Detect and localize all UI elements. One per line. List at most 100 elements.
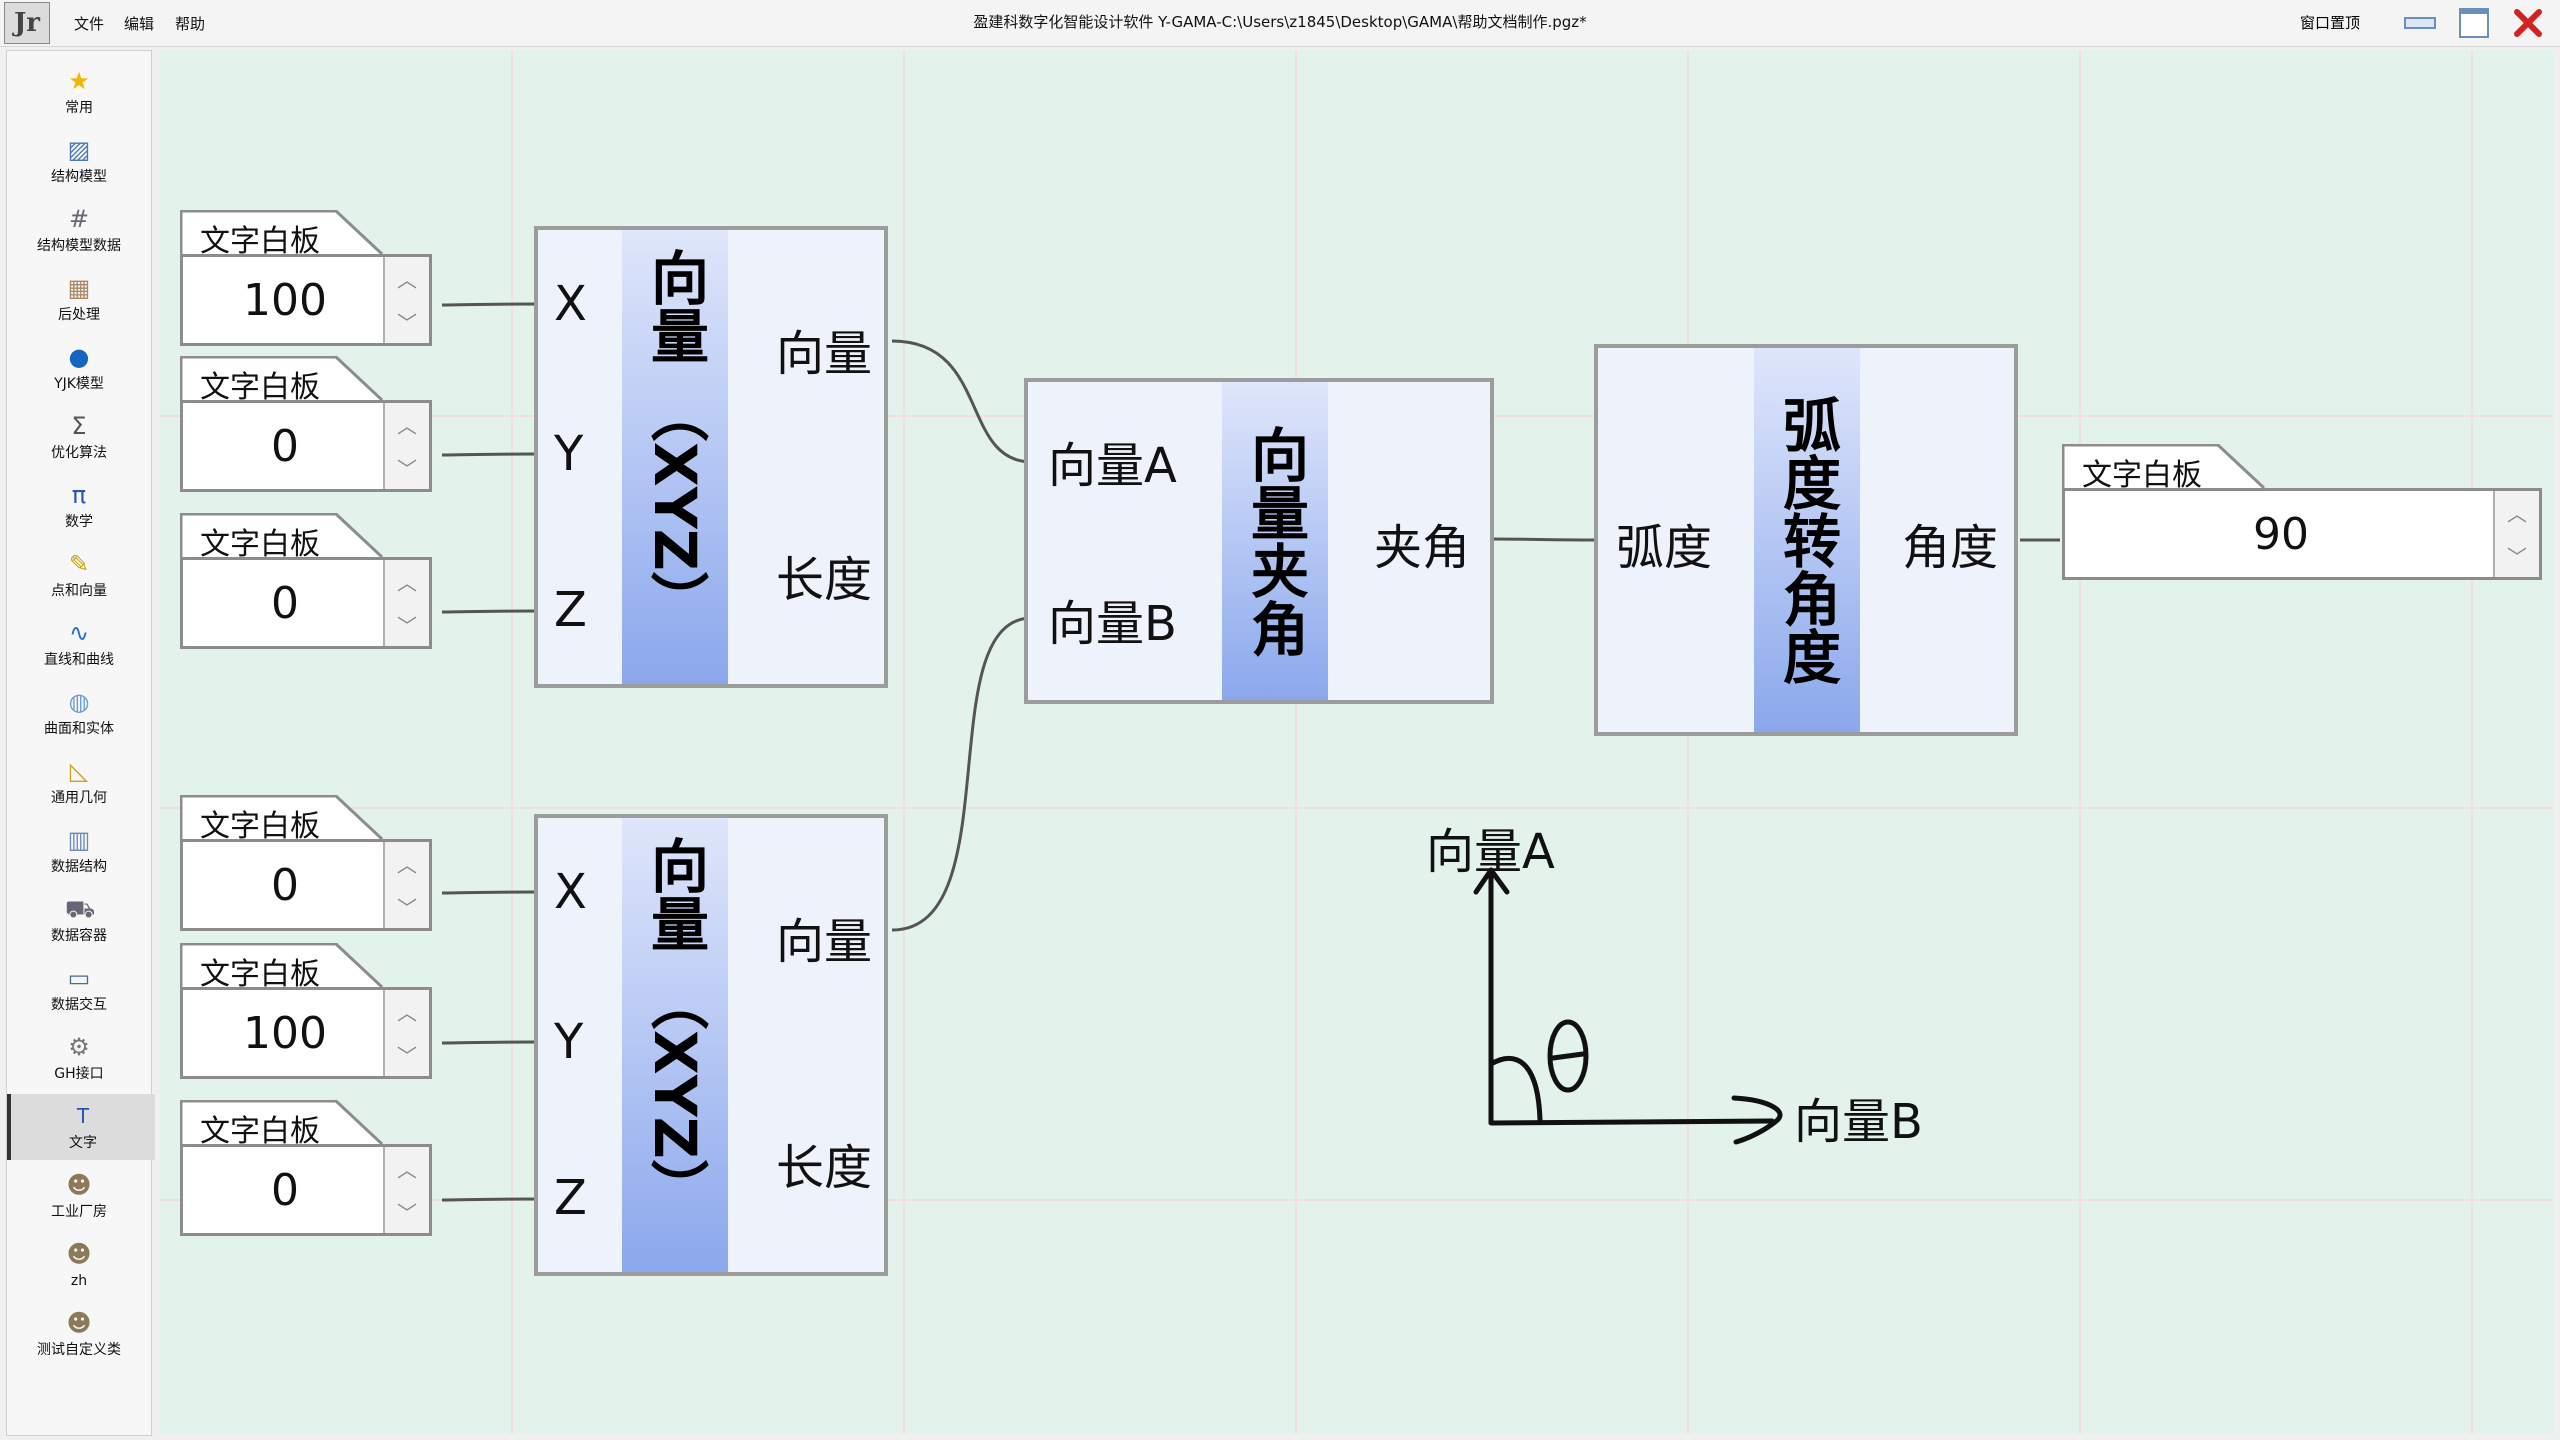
sidebar-item-point-vector[interactable]: ✎ 点和向量 [7,542,151,608]
output-port-length[interactable]: 长度 [776,1128,872,1198]
chevron-down-icon[interactable]: ﹀ [385,1033,429,1076]
close-button[interactable] [2510,6,2546,40]
window-title: 盈建科数字化智能设计软件 Y-GAMA-C:\Users\z1845\Deskt… [973,13,1587,31]
wire [1489,537,1599,542]
panel-value[interactable]: 0 [183,1147,387,1233]
chevron-up-icon[interactable]: ︿ [385,257,429,300]
output-port-length[interactable]: 长度 [776,540,872,610]
maximize-button[interactable] [2456,6,2492,40]
panel-spinner[interactable]: ︿ ﹀ [383,257,429,343]
sidebar-item-math[interactable]: π 数学 [7,473,151,539]
text-panel[interactable]: 文字白板 100 ︿ ﹀ [180,943,432,1083]
pi-icon: π [71,481,87,509]
text-panel-output[interactable]: 文字白板 90 ︿ ﹀ [2062,444,2542,584]
input-port-z[interactable]: Z [554,1170,587,1226]
input-port-y[interactable]: Y [554,1014,583,1070]
sigma-icon: Σ [71,412,87,440]
wire [891,616,1033,932]
chevron-up-icon[interactable]: ︿ [385,990,429,1033]
panel-spinner[interactable]: ︿ ﹀ [383,842,429,928]
panel-spinner[interactable]: ︿ ﹀ [383,1147,429,1233]
chevron-up-icon[interactable]: ︿ [385,560,429,603]
text-panel[interactable]: 文字白板 0 ︿ ﹀ [180,1100,432,1240]
panel-value[interactable]: 100 [183,257,387,343]
surface-icon: ◍ [68,688,90,716]
sidebar-item-optimization[interactable]: Σ 优化算法 [7,404,151,470]
node-canvas[interactable]: 文字白板 100 ︿ ﹀ 文字白板 0 ︿ ﹀ 文字白板 0 ︿ ﹀ 文字白板 0 ︿… [160,50,2560,1434]
sidebar-item-data-container[interactable]: ⛟ 数据容器 [7,887,151,953]
panel-value[interactable]: 100 [183,990,387,1076]
sidebar-item-structure-model-data[interactable]: # 结构模型数据 [7,197,151,263]
panel-spinner[interactable]: ︿ ﹀ [383,560,429,646]
chevron-down-icon[interactable]: ﹀ [2495,534,2539,577]
vector-angle-node[interactable]: 向量夹角 向量A 向量B 夹角 [1024,378,1494,704]
sidebar-item-postprocess[interactable]: ▦ 后处理 [7,266,151,332]
sidebar-item-zh[interactable]: ☻ zh [7,1232,151,1298]
input-port-x[interactable]: X [554,864,587,920]
input-port-vector-b[interactable]: 向量B [1048,584,1177,654]
chevron-up-icon[interactable]: ︿ [385,403,429,446]
panel-value[interactable]: 0 [183,560,387,646]
input-port-radian[interactable]: 弧度 [1616,508,1712,578]
sidebar-item-data-exchange[interactable]: ▭ 数据交互 [7,956,151,1022]
chevron-down-icon[interactable]: ﹀ [385,300,429,343]
cat-icon: ☻ [66,1309,92,1337]
panel-spinner[interactable]: ︿ ﹀ [383,403,429,489]
input-port-vector-a[interactable]: 向量A [1048,426,1177,496]
sidebar-item-yjk-model[interactable]: ● YJK模型 [7,335,151,401]
text-icon: T [76,1104,90,1128]
chevron-down-icon[interactable]: ﹀ [385,1190,429,1233]
sidebar-item-data-structure[interactable]: ▥ 数据结构 [7,818,151,884]
node-title: 向量 [641,836,709,952]
vector-sketch [1473,867,1783,1145]
cart-icon: ⛟ [65,895,96,923]
text-panel[interactable]: 文字白板 0 ︿ ﹀ [180,356,432,496]
sidebar-item-common[interactable]: ★ 常用 [7,59,151,125]
sidebar-item-custom-class[interactable]: ☻ 测试自定义类 [7,1301,151,1367]
text-panel[interactable]: 文字白板 100 ︿ ﹀ [180,210,432,350]
panel-value[interactable]: 0 [183,842,387,928]
output-port-vector[interactable]: 向量 [776,902,872,972]
output-port-vector[interactable]: 向量 [776,314,872,384]
input-port-y[interactable]: Y [554,426,583,482]
chevron-down-icon[interactable]: ﹀ [385,885,429,928]
structure-model-icon: ▨ [67,136,91,164]
sidebar-item-surface[interactable]: ◍ 曲面和实体 [7,680,151,746]
pin-window-button[interactable]: 窗口置顶 [2300,12,2360,33]
postprocess-icon: ▦ [67,274,91,302]
sidebar-item-gh-interface[interactable]: ⚙ GH接口 [7,1025,151,1091]
sidebar-item-structure-model[interactable]: ▨ 结构模型 [7,128,151,194]
sidebar-item-text[interactable]: T 文字 [7,1094,155,1160]
vector-xyz-node[interactable]: 向量 （XYZ） X Y Z 向量 长度 [534,226,888,688]
vector-xyz-node[interactable]: 向量 （XYZ） X Y Z 向量 长度 [534,814,888,1276]
panel-spinner[interactable]: ︿ ﹀ [2493,491,2539,577]
panel-value[interactable]: 0 [183,403,387,489]
chevron-down-icon[interactable]: ﹀ [385,603,429,646]
sketch-label-vector-b: 向量B [1794,1094,1923,1150]
ruler-icon: ◺ [69,757,89,785]
connection-wires [441,302,2060,1202]
input-port-x[interactable]: X [554,276,587,332]
data-structure-icon: ▥ [67,826,91,854]
sidebar-item-curve[interactable]: ∿ 直线和曲线 [7,611,151,677]
panel-spinner[interactable]: ︿ ﹀ [383,990,429,1076]
text-panel[interactable]: 文字白板 0 ︿ ﹀ [180,795,432,935]
wire [441,609,539,614]
sidebar-item-geometry[interactable]: ◺ 通用几何 [7,749,151,815]
cat-icon: ☻ [66,1240,92,1268]
chevron-up-icon[interactable]: ︿ [385,842,429,885]
output-port-degree[interactable]: 角度 [1902,508,1998,578]
chevron-down-icon[interactable]: ﹀ [385,446,429,489]
radian-to-degree-node[interactable]: 弧度转角度 弧度 角度 [1594,344,2018,736]
panel-value[interactable]: 90 [2065,491,2497,577]
output-port-angle[interactable]: 夹角 [1374,508,1470,578]
chevron-up-icon[interactable]: ︿ [2495,491,2539,534]
node-title-suffix: （XYZ） [641,384,709,629]
star-icon: ★ [68,67,90,95]
text-panel[interactable]: 文字白板 0 ︿ ﹀ [180,513,432,653]
minimize-button[interactable] [2402,6,2438,40]
input-port-z[interactable]: Z [554,582,587,638]
grid-icon: # [68,205,90,233]
chevron-up-icon[interactable]: ︿ [385,1147,429,1190]
sidebar-item-industrial-plant[interactable]: ☻ 工业厂房 [7,1163,151,1229]
